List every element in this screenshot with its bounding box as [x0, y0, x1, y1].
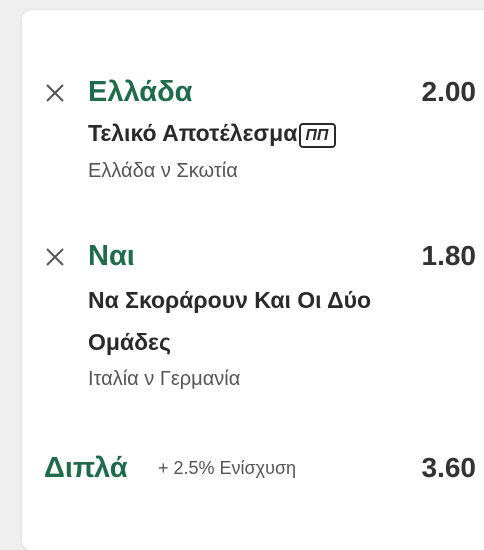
close-icon[interactable]	[44, 82, 66, 104]
market-name: Τελικό Αποτέλεσμα ΠΠ	[88, 113, 337, 153]
bet-type-label: Διπλά	[44, 452, 128, 484]
match-name: Ιταλία ν Γερμανία	[88, 368, 241, 390]
selection-name: Ναι	[88, 240, 135, 272]
selection-odds[interactable]: 2.00	[422, 76, 477, 108]
betslip-card: Ελλάδα 2.00 Τελικό Αποτέλεσμα ΠΠ Ελλάδα ν…	[22, 10, 484, 550]
selection-name: Ελλάδα	[88, 76, 193, 108]
pre-match-badge: ΠΠ	[299, 123, 337, 148]
match-name: Ελλάδα ν Σκωτία	[88, 160, 238, 182]
selection-odds[interactable]: 1.80	[422, 240, 477, 272]
close-icon[interactable]	[44, 246, 66, 268]
market-name-line1: Να Σκοράρουν Και Οι Δύο	[88, 287, 372, 313]
market-name-line2: Ομάδες	[88, 329, 171, 355]
total-odds: 3.60	[421, 452, 477, 483]
market-name-text: Τελικό Αποτέλεσμα	[88, 120, 298, 146]
boost-label: + 2.5% Ενίσχυση	[158, 458, 297, 478]
